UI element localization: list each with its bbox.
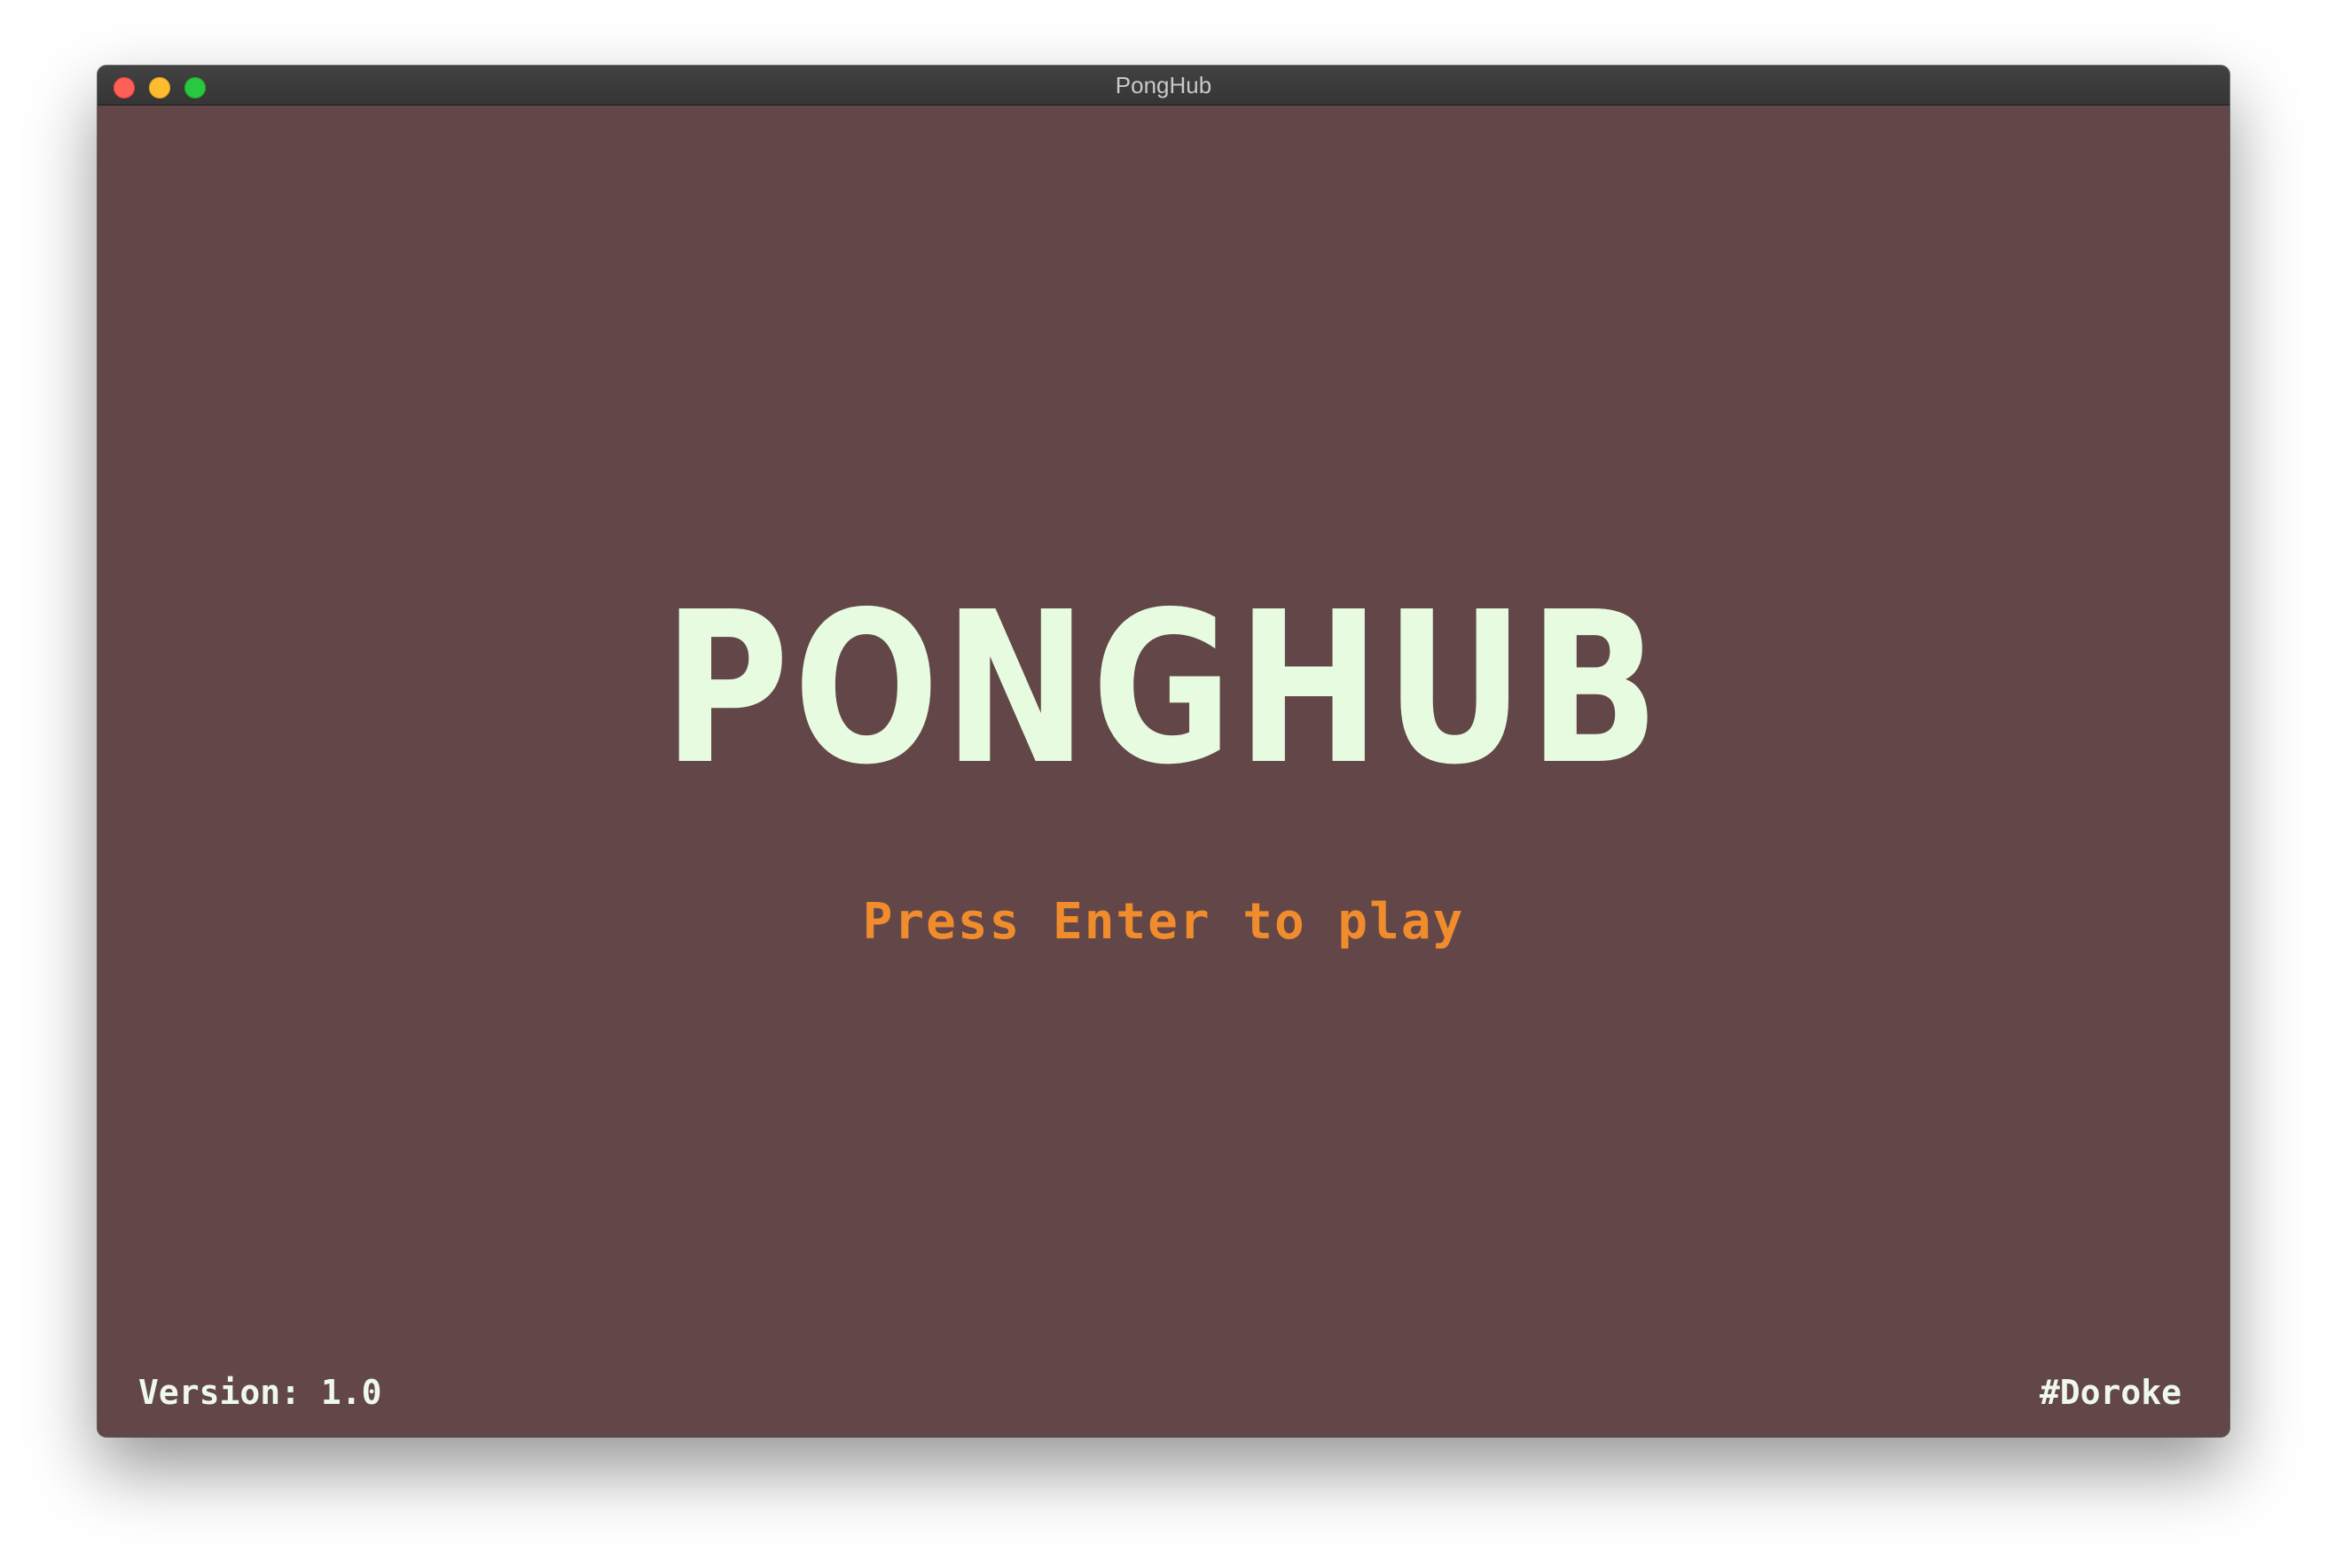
start-prompt: Press Enter to play — [862, 893, 1465, 951]
title-bar[interactable]: PongHub — [98, 66, 2229, 106]
game-canvas[interactable]: PONGHUB Press Enter to play Version: 1.0… — [98, 106, 2229, 1437]
app-window: PongHub PONGHUB Press Enter to play Vers… — [98, 66, 2229, 1437]
game-title: PONGHUB — [662, 567, 1665, 811]
author-label: #Doroke — [2039, 1373, 2182, 1412]
window-title: PongHub — [1115, 72, 1212, 98]
version-label: Version: 1.0 — [138, 1373, 382, 1412]
